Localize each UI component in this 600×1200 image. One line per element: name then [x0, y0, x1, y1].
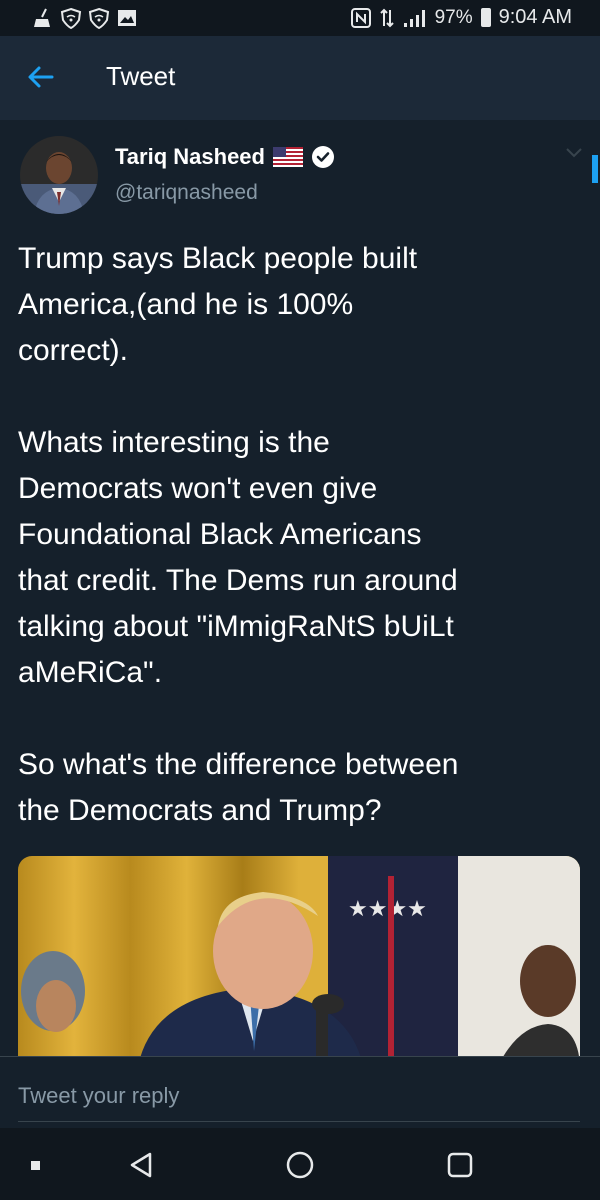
- top-app-bar: Tweet: [0, 36, 600, 120]
- status-bar: 97% 9:04 AM: [0, 0, 600, 36]
- clock-time: 9:04 AM: [498, 6, 572, 28]
- home-circle-icon[interactable]: [285, 1150, 315, 1180]
- reply-bar: Tweet your reply: [0, 1056, 600, 1129]
- scroll-indicator: [592, 155, 598, 183]
- status-left-icons: [32, 7, 138, 29]
- tweet-text-line: So what's the difference between: [18, 748, 459, 781]
- tweet-text-line: the Democrats and Trump?: [18, 794, 382, 827]
- svg-text:★★★★: ★★★★: [348, 897, 427, 922]
- shield-wifi-icon: [60, 7, 82, 29]
- tweet-text-line: aMeRiCa".: [18, 656, 163, 689]
- tweet-text-line: talking about "iMmigRaNtS bUiLt: [18, 610, 454, 643]
- data-arrows-icon: [379, 8, 394, 27]
- overview-square-icon[interactable]: [446, 1151, 474, 1179]
- back-triangle-icon[interactable]: [126, 1150, 156, 1180]
- tweet-text-line: Foundational Black Americans: [18, 518, 422, 551]
- battery-percent: 97%: [434, 6, 473, 28]
- verified-badge-icon: [311, 146, 334, 168]
- chevron-down-icon[interactable]: [564, 146, 584, 160]
- recents-dot-icon[interactable]: [30, 1160, 42, 1172]
- avatar[interactable]: [20, 136, 98, 214]
- tweet-text-line: America,(and he is 100%: [18, 288, 354, 321]
- reply-input[interactable]: Tweet your reply: [18, 1083, 179, 1109]
- tweet-media-image[interactable]: ★★★★: [18, 856, 580, 1066]
- us-flag-icon: [272, 147, 303, 167]
- tweet-text-line: Democrats won't even give: [18, 472, 378, 505]
- status-right-icons: 97% 9:04 AM: [350, 6, 572, 29]
- arrow-left-icon[interactable]: [26, 62, 56, 92]
- tweet-body: Trump says Black people built America,(a…: [18, 236, 588, 834]
- system-nav-bar: [0, 1128, 600, 1200]
- author-handle[interactable]: @tariqnasheed: [115, 181, 258, 205]
- reply-underline: [18, 1121, 580, 1122]
- tweet-screen: 97% 9:04 AM Tweet Tariq Nasheed @tariqna…: [0, 0, 600, 1200]
- tweet-text-line: correct).: [18, 334, 129, 367]
- signal-icon: [403, 9, 425, 27]
- tweet-text-line: Trump says Black people built: [18, 242, 418, 275]
- shield-wifi-icon: [88, 7, 110, 29]
- tweet-text-line: that credit. The Dems run around: [18, 564, 458, 597]
- page-title: Tweet: [106, 61, 176, 91]
- author-name-row[interactable]: Tariq Nasheed: [115, 144, 335, 170]
- author-name[interactable]: Tariq Nasheed: [115, 144, 265, 170]
- nfc-icon: [350, 7, 371, 28]
- broom-icon: [34, 8, 50, 27]
- battery-icon: [480, 8, 491, 27]
- gallery-icon: [118, 10, 136, 26]
- tweet-text-line: Whats interesting is the: [18, 426, 330, 459]
